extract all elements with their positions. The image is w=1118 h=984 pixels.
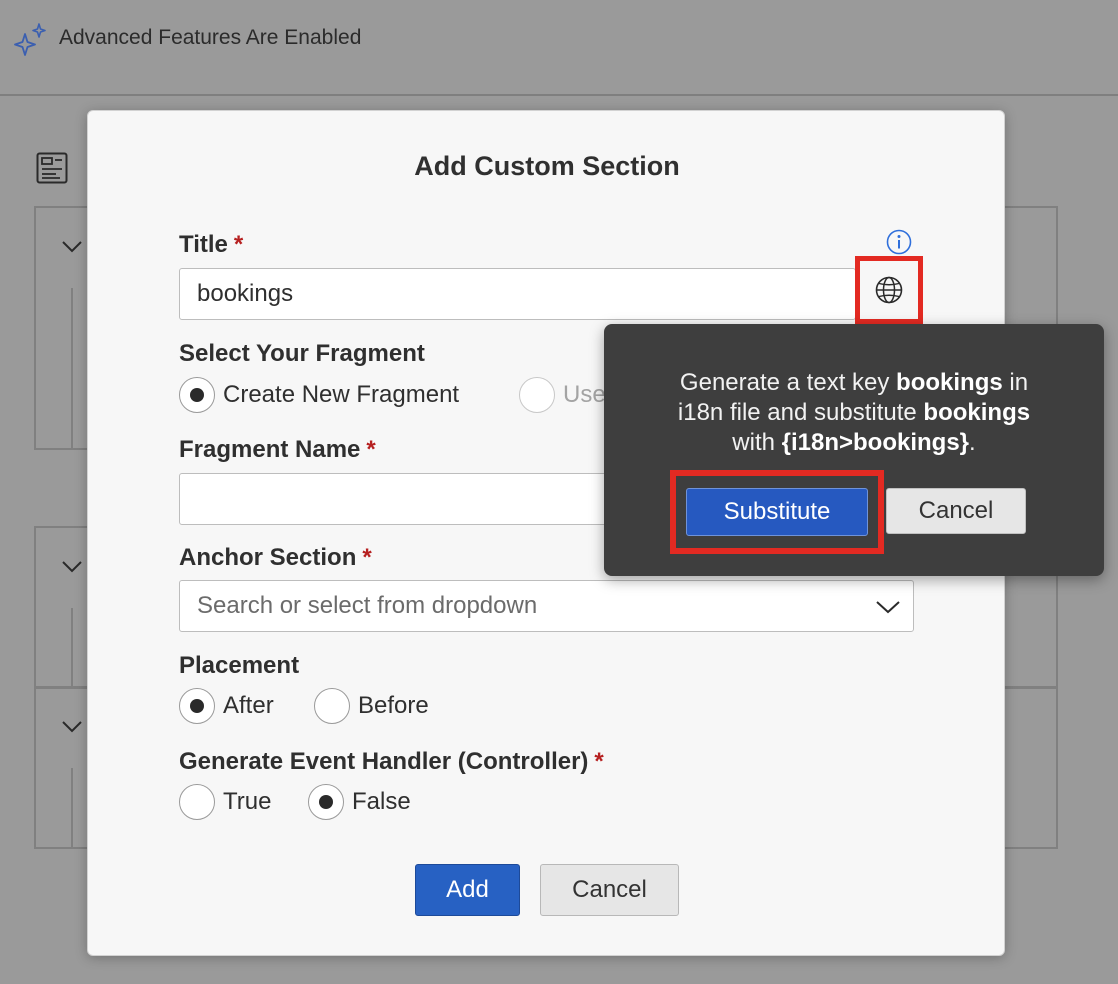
tree-line bbox=[71, 288, 73, 448]
sparkle-icon bbox=[14, 23, 46, 56]
radio-button[interactable] bbox=[308, 784, 344, 820]
fragment-name-label: Fragment Name * bbox=[179, 436, 376, 463]
radio-label: Before bbox=[358, 692, 429, 719]
title-input[interactable]: bookings bbox=[179, 268, 856, 320]
radio-button[interactable] bbox=[179, 784, 215, 820]
chevron-down-icon[interactable] bbox=[61, 240, 83, 254]
tree-line bbox=[71, 608, 73, 686]
radio-button[interactable] bbox=[314, 688, 350, 724]
add-button[interactable]: Add bbox=[415, 864, 520, 916]
info-icon[interactable] bbox=[886, 229, 912, 255]
dialog-title: Add Custom Section bbox=[414, 151, 680, 181]
tree-line bbox=[71, 768, 73, 848]
radio-label: False bbox=[352, 788, 411, 815]
substitute-button[interactable]: Substitute bbox=[686, 488, 868, 536]
globe-icon bbox=[875, 276, 903, 304]
radio-label: After bbox=[223, 692, 274, 719]
radio-label: Create New Fragment bbox=[223, 381, 460, 408]
anchor-section-label: Anchor Section * bbox=[179, 544, 372, 571]
chevron-down-icon[interactable] bbox=[875, 599, 901, 615]
required-marker: * bbox=[233, 231, 244, 258]
anchor-section-select[interactable]: Search or select from dropdown bbox=[179, 580, 914, 632]
required-marker: * bbox=[594, 748, 604, 775]
radio-after[interactable]: After bbox=[179, 688, 274, 724]
radio-button[interactable] bbox=[179, 377, 215, 413]
radio-use-existing-fragment[interactable]: Use bbox=[519, 377, 606, 413]
chevron-down-icon[interactable] bbox=[61, 560, 83, 574]
i18n-substitute-popover: Generate a text key bookings in i18n fil… bbox=[604, 324, 1104, 576]
radio-false[interactable]: False bbox=[308, 784, 411, 820]
title-label: Title * bbox=[179, 231, 244, 258]
anchor-section-placeholder: Search or select from dropdown bbox=[197, 592, 538, 619]
radio-before[interactable]: Before bbox=[314, 688, 429, 724]
top-banner: Advanced Features Are Enabled bbox=[0, 0, 1118, 96]
event-handler-label: Generate Event Handler (Controller) * bbox=[179, 748, 604, 775]
radio-label: True bbox=[223, 788, 272, 815]
banner-text: Advanced Features Are Enabled bbox=[59, 26, 362, 49]
translate-button[interactable] bbox=[855, 256, 923, 324]
outline-icon[interactable] bbox=[36, 152, 68, 184]
radio-true[interactable]: True bbox=[179, 784, 271, 820]
required-marker: * bbox=[362, 544, 372, 571]
fragment-select-label: Select Your Fragment bbox=[179, 340, 425, 367]
popover-message: Generate a text key bookings in i18n fil… bbox=[677, 369, 1031, 456]
chevron-down-icon[interactable] bbox=[61, 720, 83, 734]
radio-button[interactable] bbox=[519, 377, 555, 413]
placement-label: Placement bbox=[179, 652, 300, 679]
popover-cancel-button[interactable]: Cancel bbox=[886, 488, 1026, 534]
radio-label: Use bbox=[563, 381, 606, 408]
radio-button[interactable] bbox=[179, 688, 215, 724]
cancel-button[interactable]: Cancel bbox=[540, 864, 679, 916]
radio-create-new-fragment[interactable]: Create New Fragment bbox=[179, 377, 459, 413]
required-marker: * bbox=[366, 436, 376, 463]
